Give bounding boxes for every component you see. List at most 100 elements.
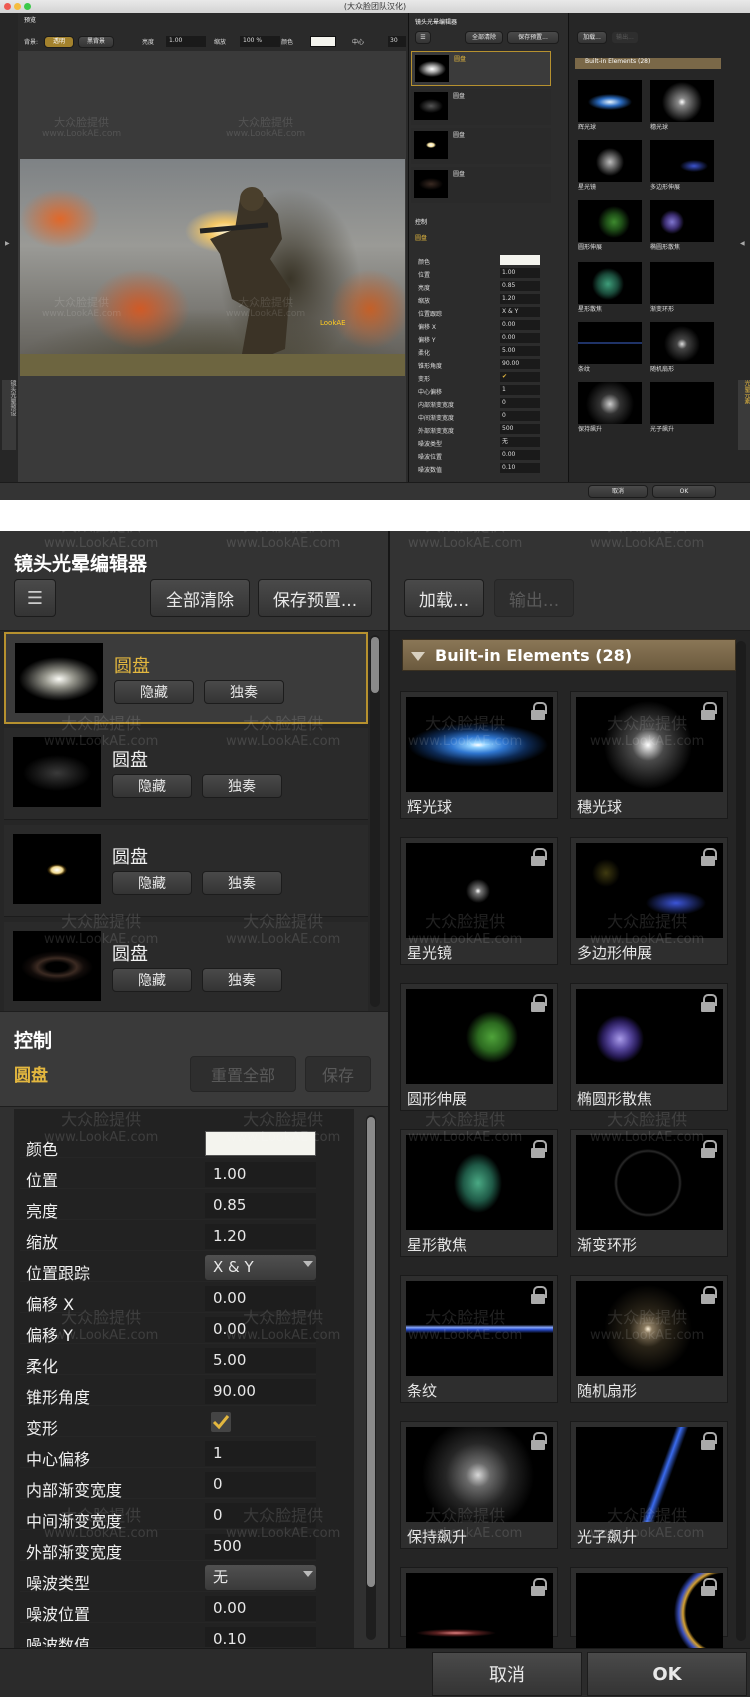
layer-item-small-1[interactable]: 圆盘: [411, 51, 551, 86]
prop-value-field[interactable]: 500: [205, 1534, 316, 1559]
export-button[interactable]: 输出...: [494, 579, 574, 617]
prop-value-field[interactable]: 0.85: [205, 1193, 316, 1218]
hide-button[interactable]: 隐藏: [112, 968, 192, 992]
cancel-button-small[interactable]: 取消: [588, 485, 648, 498]
layer-scroll-thumb[interactable]: [371, 637, 379, 693]
color-label: 颜色: [281, 39, 294, 46]
clear-all-button-small[interactable]: 全部清除: [465, 31, 503, 44]
layer-item[interactable]: 圆盘 隐藏 独奏: [4, 825, 368, 917]
prop-value-field[interactable]: 1: [205, 1441, 316, 1466]
element-tile[interactable]: 渐变环形: [570, 1129, 728, 1257]
element-tile[interactable]: 条纹: [400, 1275, 558, 1403]
small-tile-circle[interactable]: [578, 200, 642, 242]
element-tile[interactable]: 穗光球: [570, 691, 728, 819]
element-tile[interactable]: 圆形伸展: [400, 983, 558, 1111]
cancel-button[interactable]: 取消: [432, 1652, 582, 1696]
prop-value-field[interactable]: 1.20: [205, 1224, 316, 1249]
preview-photo: LookAE: [20, 159, 405, 376]
prop-value-field[interactable]: 0.00: [205, 1286, 316, 1311]
ok-button[interactable]: OK: [587, 1652, 747, 1696]
load-button[interactable]: 加载...: [404, 579, 484, 617]
small-tile-photon[interactable]: [650, 382, 714, 424]
right-arrow-icon[interactable]: ◀: [740, 240, 745, 248]
layer-item-small-3[interactable]: 圆盘: [411, 128, 551, 164]
prop-value-field[interactable]: 0: [205, 1503, 316, 1528]
builtin-section-header[interactable]: Built-in Elements (28): [402, 639, 736, 671]
small-tile-ring[interactable]: [650, 262, 714, 304]
noise-type-dropdown[interactable]: 无: [205, 1565, 316, 1590]
layer-item-small-4[interactable]: 圆盘: [411, 167, 551, 203]
element-tile[interactable]: 辉光球: [400, 691, 558, 819]
clear-all-button[interactable]: 全部清除: [150, 579, 250, 617]
small-tile-ellipse[interactable]: [650, 200, 714, 242]
close-window-icon[interactable]: [4, 3, 11, 10]
small-tile-hold[interactable]: [578, 382, 642, 424]
hide-button[interactable]: 隐藏: [112, 774, 192, 798]
layer-item-small-2[interactable]: 圆盘: [411, 89, 551, 125]
scale-field[interactable]: 100 %: [240, 36, 280, 47]
save-button[interactable]: 保存: [305, 1056, 371, 1092]
prop-value-field[interactable]: 90.00: [205, 1379, 316, 1404]
small-tile-starbokeh[interactable]: [578, 262, 642, 304]
layer-item[interactable]: 圆盘 隐藏 独奏: [4, 922, 368, 1014]
hide-button[interactable]: 隐藏: [112, 871, 192, 895]
prop-value-field[interactable]: 0.00: [205, 1317, 316, 1342]
layer-scrollbar[interactable]: [370, 635, 380, 1007]
small-tile-glow[interactable]: [578, 80, 642, 122]
small-tile-star[interactable]: [578, 140, 642, 182]
center-field[interactable]: 30: [388, 36, 406, 47]
load-button-small[interactable]: 加载...: [577, 31, 607, 44]
reset-all-button[interactable]: 重置全部: [190, 1056, 296, 1092]
layer-item[interactable]: 圆盘 隐藏 独奏: [4, 632, 368, 724]
prop-value-field[interactable]: 1.00: [205, 1162, 316, 1187]
element-tile[interactable]: 随机扇形: [570, 1275, 728, 1403]
hide-button[interactable]: 隐藏: [114, 680, 194, 704]
left-arrow-icon[interactable]: ▶: [5, 240, 10, 248]
element-tile[interactable]: 星光镜: [400, 837, 558, 965]
solo-button[interactable]: 独奏: [204, 680, 284, 704]
elements-side-tab[interactable]: 光晕元素: [738, 380, 750, 450]
dialog-footer: 取消 OK: [0, 1648, 750, 1697]
small-tile-spike[interactable]: [650, 80, 714, 122]
small-tile-fan[interactable]: [650, 322, 714, 364]
element-tile[interactable]: 星形散焦: [400, 1129, 558, 1257]
distort-checkbox[interactable]: [210, 1411, 232, 1433]
presets-side-tab[interactable]: 镜头光晕预设: [2, 380, 16, 450]
element-tile[interactable]: [570, 1567, 728, 1668]
prop-value-field[interactable]: 5.00: [205, 1348, 316, 1373]
library-scrollbar[interactable]: [736, 641, 746, 1641]
element-tile[interactable]: [400, 1567, 558, 1668]
element-tile[interactable]: 光子飙升: [570, 1421, 728, 1549]
menu-icon[interactable]: ☰: [415, 31, 431, 44]
section-header-small[interactable]: Built-in Elements (28): [575, 58, 721, 69]
bg-transparent-button[interactable]: 透明: [44, 36, 74, 48]
control-title: 控制: [14, 1030, 53, 1052]
ok-button-small[interactable]: OK: [652, 485, 716, 498]
save-preset-button-small[interactable]: 保存预置...: [507, 31, 559, 44]
solo-button[interactable]: 独奏: [202, 871, 282, 895]
menu-icon-button[interactable]: ☰: [14, 579, 56, 617]
zoom-window-icon[interactable]: [24, 3, 31, 10]
element-tile[interactable]: 保持飙升: [400, 1421, 558, 1549]
element-tile[interactable]: 多边形伸展: [570, 837, 728, 965]
layer-name: 圆盘: [112, 750, 148, 771]
export-button-small[interactable]: 输出...: [611, 31, 639, 44]
solo-button[interactable]: 独奏: [202, 774, 282, 798]
preview-color-swatch[interactable]: [310, 36, 336, 47]
prop-value-field[interactable]: 0.10: [205, 1627, 316, 1647]
tracking-dropdown[interactable]: X & Y: [205, 1255, 316, 1280]
element-tile[interactable]: 椭圆形散焦: [570, 983, 728, 1111]
solo-button[interactable]: 独奏: [202, 968, 282, 992]
prop-value-field[interactable]: 0: [205, 1472, 316, 1497]
minimize-window-icon[interactable]: [14, 3, 21, 10]
small-tile-streak[interactable]: [578, 322, 642, 364]
layer-item[interactable]: 圆盘 隐藏 独奏: [4, 728, 368, 820]
small-tile-poly[interactable]: [650, 140, 714, 182]
properties-scrollbar[interactable]: [366, 1115, 376, 1640]
bg-black-button[interactable]: 黑背景: [78, 36, 114, 48]
prop-value-field[interactable]: 0.00: [205, 1596, 316, 1621]
properties-scroll-thumb[interactable]: [367, 1117, 375, 1587]
save-preset-button[interactable]: 保存预置...: [258, 579, 372, 617]
brightness-field[interactable]: 1.00: [166, 36, 206, 47]
color-swatch[interactable]: [205, 1131, 316, 1156]
